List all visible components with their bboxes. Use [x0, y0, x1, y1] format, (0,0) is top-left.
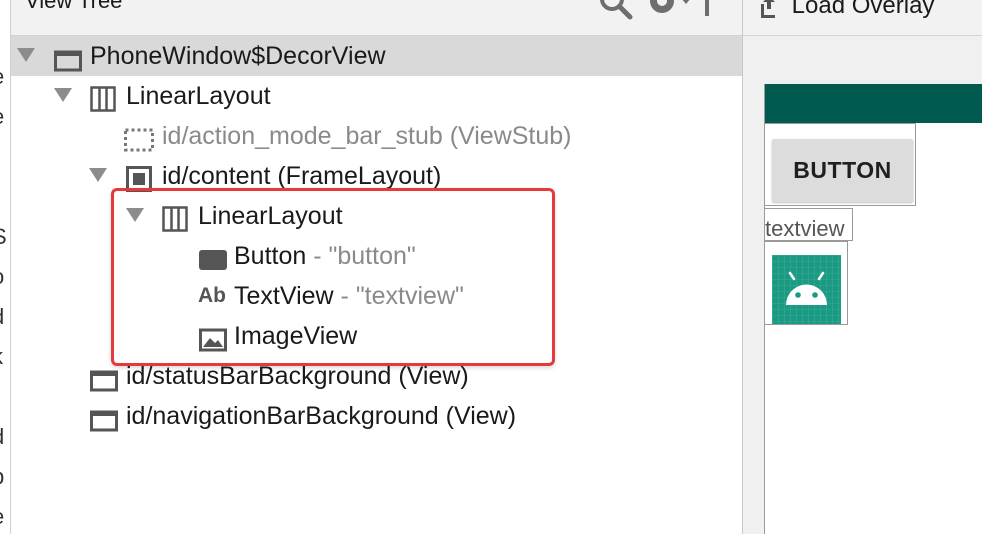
tree-row-statusbar-background[interactable]: id/statusBarBackground (View) [11, 356, 742, 396]
tree-row-label: ImageView [234, 322, 358, 350]
widget-text: "button" [328, 242, 416, 270]
tree-row-decorview[interactable]: PhoneWindow$DecorView [11, 36, 742, 76]
widget-name: Button [234, 242, 307, 270]
collapse-arrow-icon[interactable] [89, 168, 107, 182]
app-bar [765, 84, 982, 123]
layout-preview-panel: Load Overlay BUTTON textview [743, 0, 982, 534]
tree-row-navigationbar-background[interactable]: id/navigationBarBackground (View) [11, 396, 742, 436]
widget-name: TextView [234, 282, 334, 310]
search-icon[interactable] [599, 0, 633, 25]
view-icon [90, 404, 118, 444]
preview-header: Load Overlay [743, 0, 982, 36]
tree-row-label: id/content (FrameLayout) [162, 162, 442, 190]
tree-row-label: id/action_mode_bar_stub (ViewStub) [162, 122, 572, 150]
tree-row-label: LinearLayout [126, 82, 271, 110]
tree-row-button[interactable]: Button - "button" [11, 236, 742, 276]
expand-icon[interactable] [703, 0, 723, 25]
device-preview: BUTTON textview [764, 84, 982, 534]
gutter-char: k [0, 344, 3, 370]
tree-row-linearlayout-inner[interactable]: LinearLayout [11, 196, 742, 236]
gutter-char: d [0, 424, 4, 450]
tree-row-imageview[interactable]: ImageView [11, 316, 742, 356]
tree-row-label: TextView - "textview" [234, 276, 464, 316]
gutter-char: d [0, 304, 4, 330]
textview-icon: Ab [198, 284, 226, 307]
tree-row-linearlayout[interactable]: LinearLayout [11, 76, 742, 116]
tree-row-label: PhoneWindow$DecorView [90, 42, 386, 70]
view-tree-header: View Tree [11, 0, 742, 36]
preview-textview[interactable]: textview [765, 216, 844, 242]
tree-row-textview[interactable]: Ab TextView - "textview" [11, 276, 742, 316]
view-tree-panel: View Tree PhoneWindow$DecorView LinearLa… [11, 0, 742, 534]
collapse-arrow-icon[interactable] [17, 48, 35, 62]
tree-row-action-mode-bar-stub[interactable]: id/action_mode_bar_stub (ViewStub) [11, 116, 742, 156]
gutter-char: S [0, 224, 7, 250]
tree-row-label: id/navigationBarBackground (View) [126, 402, 517, 430]
view-tree-title: View Tree [25, 0, 123, 13]
tree-row-label: Button - "button" [234, 236, 416, 276]
tree-row-label: LinearLayout [198, 202, 343, 230]
preview-button[interactable]: BUTTON [772, 139, 913, 202]
gutter-char: e [0, 104, 4, 130]
load-overlay-icon [761, 0, 775, 18]
load-overlay-label: Load Overlay [791, 0, 935, 19]
collapse-arrow-icon[interactable] [126, 208, 144, 222]
gutter-char: b [0, 464, 4, 490]
gear-icon[interactable] [647, 0, 693, 25]
gutter-char: e [0, 504, 4, 530]
separator: - [333, 282, 356, 310]
left-gutter: e e i r S o d k / d b e [0, 0, 11, 534]
gutter-char: o [0, 264, 4, 290]
widget-text: "textview" [355, 282, 464, 310]
separator: - [306, 242, 329, 270]
tree-row-label: id/statusBarBackground (View) [126, 362, 469, 390]
collapse-arrow-icon[interactable] [54, 88, 72, 102]
load-overlay-button[interactable]: Load Overlay [759, 0, 934, 26]
gutter-char: e [0, 64, 4, 90]
tree-row-content[interactable]: id/content (FrameLayout) [11, 156, 742, 196]
android-icon[interactable] [772, 255, 841, 324]
